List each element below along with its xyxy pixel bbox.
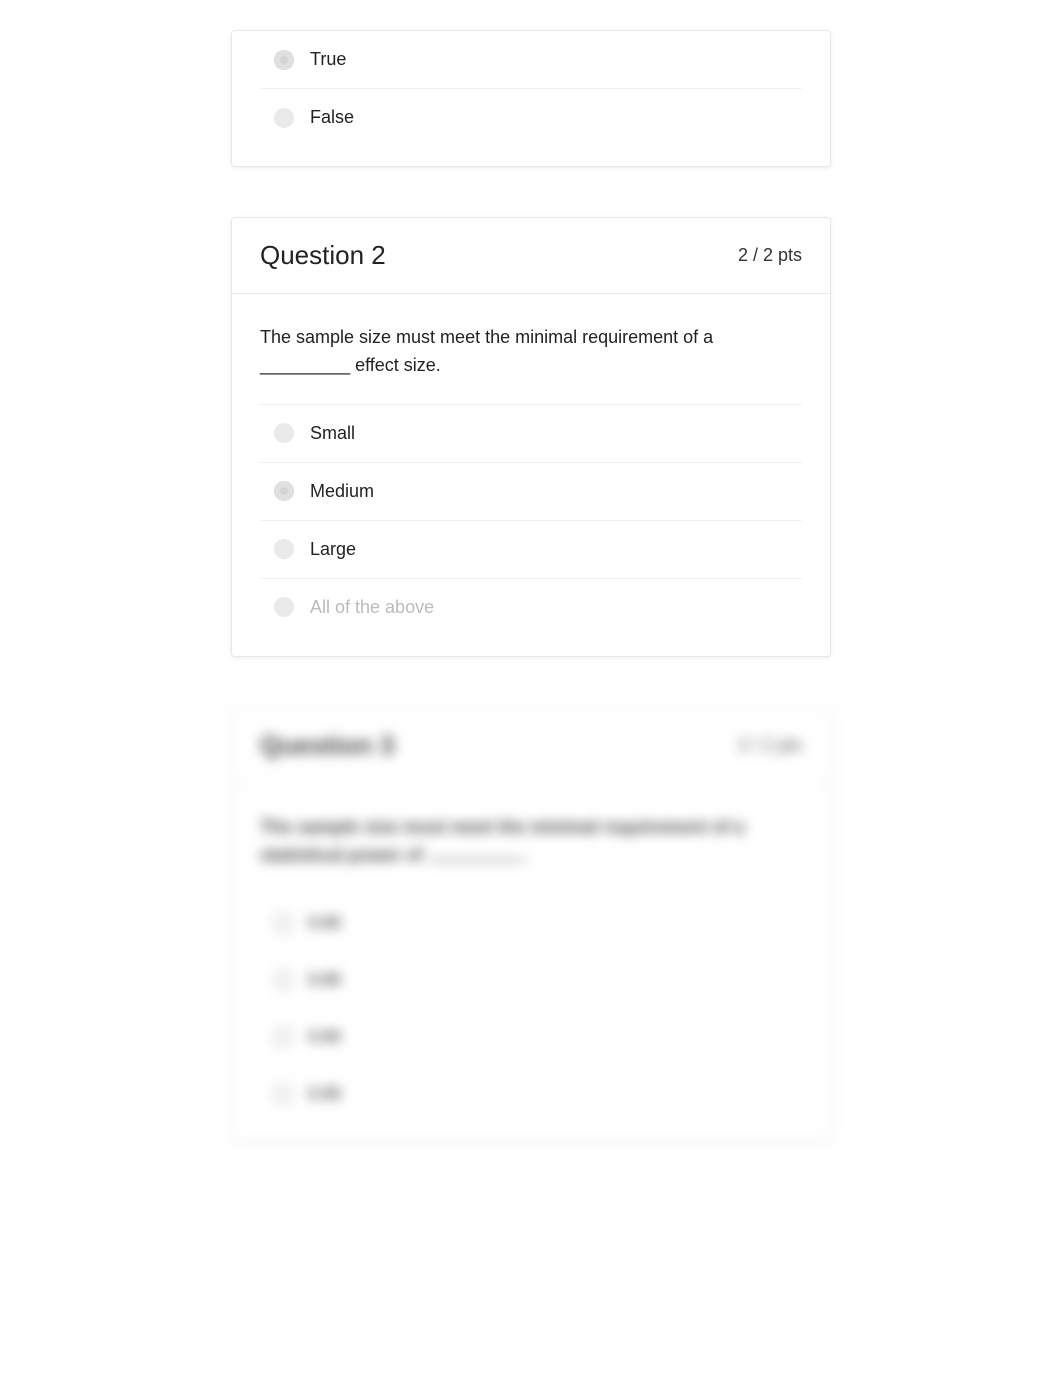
question-card-3-locked: Question 3 2 / 2 pts The sample size mus… — [231, 707, 831, 1143]
answer-label: All of the above — [310, 597, 434, 618]
answer-row[interactable]: Small — [260, 404, 802, 462]
answer-label: False — [310, 107, 354, 128]
answer-label: 0.80 — [308, 913, 341, 933]
question-header: Question 2 2 / 2 pts — [232, 218, 830, 294]
answer-label: 0.85 — [308, 970, 341, 990]
radio-icon — [274, 1028, 292, 1046]
answer-row[interactable]: All of the above — [260, 578, 802, 636]
question-text: The sample size must meet the minimal re… — [260, 814, 802, 870]
radio-icon — [274, 423, 294, 443]
radio-icon — [274, 971, 292, 989]
question-title: Question 3 — [260, 730, 394, 761]
question-card-2: Question 2 2 / 2 pts The sample size mus… — [231, 217, 831, 657]
question-points: 2 / 2 pts — [738, 245, 802, 266]
blank-underline — [430, 859, 520, 861]
question-text-prefix: The sample size must meet the minimal re… — [260, 817, 744, 865]
answer-row: 0.80 — [260, 894, 802, 951]
answer-row[interactable]: Medium — [260, 462, 802, 520]
radio-icon — [274, 108, 294, 128]
answer-label: Large — [310, 539, 356, 560]
radio-icon — [274, 914, 292, 932]
question-text: The sample size must meet the minimal re… — [260, 324, 802, 380]
answer-row: 0.90 — [260, 1008, 802, 1065]
radio-icon — [274, 597, 294, 617]
radio-icon — [274, 481, 294, 501]
question-points: 2 / 2 pts — [738, 735, 802, 756]
question-title: Question 2 — [260, 240, 386, 271]
radio-icon — [274, 539, 294, 559]
answer-row[interactable]: True — [260, 31, 802, 88]
question-card-1-partial: True False — [231, 30, 831, 167]
answer-label: Medium — [310, 481, 374, 502]
answer-label: True — [310, 49, 346, 70]
answer-row: 0.85 — [260, 951, 802, 1008]
radio-icon — [274, 1085, 292, 1103]
answer-row: 0.95 — [260, 1065, 802, 1122]
radio-icon — [274, 50, 294, 70]
answer-label: 0.95 — [308, 1084, 341, 1104]
answer-row[interactable]: False — [260, 88, 802, 146]
answer-label: Small — [310, 423, 355, 444]
answer-row[interactable]: Large — [260, 520, 802, 578]
answer-label: 0.90 — [308, 1027, 341, 1047]
question-header: Question 3 2 / 2 pts — [232, 708, 830, 784]
